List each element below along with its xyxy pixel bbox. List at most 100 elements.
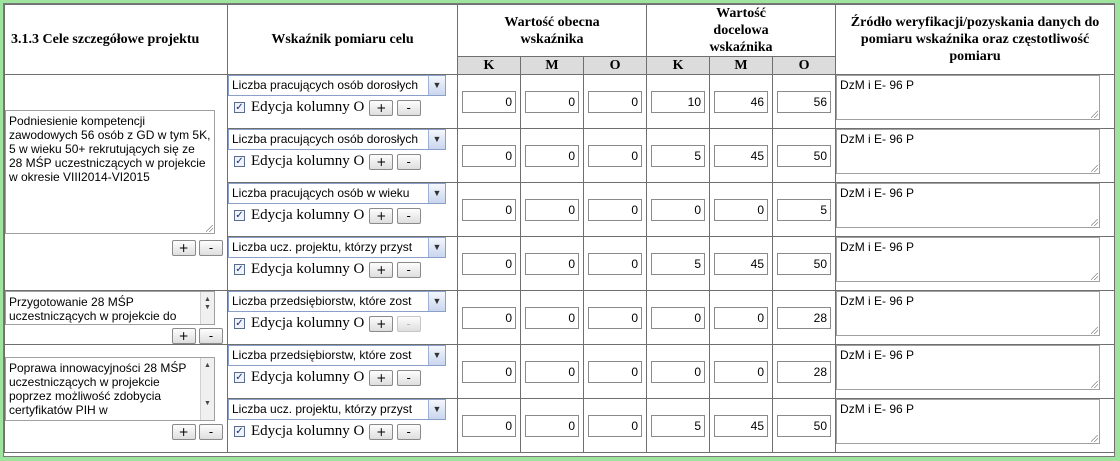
current-o-input[interactable]: 0 — [588, 414, 643, 437]
edit-column-o-checkbox[interactable]: ✓ — [234, 318, 245, 329]
scroll-up-icon[interactable]: ▲ — [201, 359, 214, 373]
add-indicator-button[interactable]: + — [369, 261, 394, 278]
add-indicator-button[interactable]: + — [369, 153, 394, 170]
indicator-select[interactable]: Liczba przedsiębiorstw, które zost ▼ — [228, 345, 446, 366]
target-m-input[interactable]: 0 — [714, 360, 769, 383]
resize-handle-icon[interactable] — [1091, 165, 1099, 172]
current-k-input[interactable]: 0 — [462, 198, 516, 221]
current-m-input[interactable]: 0 — [525, 306, 579, 329]
current-m-input[interactable]: 0 — [525, 198, 579, 221]
add-indicator-button[interactable]: + — [369, 315, 394, 332]
current-o-input[interactable]: 0 — [588, 144, 643, 167]
edit-column-o-checkbox[interactable]: ✓ — [234, 426, 245, 437]
remove-indicator-button[interactable]: - — [396, 261, 421, 278]
indicator-select[interactable]: Liczba ucz. projektu, którzy przyst ▼ — [228, 237, 446, 258]
current-m-input[interactable]: 0 — [525, 252, 579, 275]
indicator-select[interactable]: Liczba pracujących osób dorosłych ▼ — [228, 75, 446, 96]
target-m-input[interactable]: 0 — [714, 306, 769, 329]
edit-column-o-checkbox[interactable]: ✓ — [234, 372, 245, 383]
goal-text: Poprawa innowacyjności 28 MŚP uczestnicz… — [9, 361, 187, 417]
target-o-input[interactable]: 28 — [777, 306, 832, 329]
scroll-down-icon[interactable]: ▼ — [201, 397, 214, 411]
edit-column-o-checkbox[interactable]: ✓ — [234, 102, 245, 113]
remove-goal-button[interactable]: - — [199, 424, 223, 440]
indicator-select[interactable]: Liczba pracujących osób dorosłych ▼ — [228, 129, 446, 150]
current-m-input[interactable]: 0 — [525, 360, 579, 383]
resize-handle-icon[interactable] — [1091, 273, 1099, 280]
resize-handle-icon[interactable] — [1091, 111, 1099, 118]
current-o-input[interactable]: 0 — [588, 306, 643, 329]
remove-indicator-button[interactable]: - — [396, 153, 421, 170]
target-k-input[interactable]: 0 — [651, 360, 706, 383]
target-k-input[interactable]: 0 — [651, 198, 706, 221]
resize-handle-icon[interactable] — [1091, 327, 1099, 334]
goal-scrollbar[interactable]: ▲ ▼ — [200, 358, 214, 420]
current-k-input[interactable]: 0 — [462, 306, 516, 329]
target-m-input[interactable]: 46 — [714, 90, 769, 113]
remove-indicator-button[interactable]: - — [396, 207, 421, 224]
remove-indicator-button[interactable]: - — [396, 99, 421, 116]
current-m-input[interactable]: 0 — [525, 414, 579, 437]
current-o-input[interactable]: 0 — [588, 360, 643, 383]
add-indicator-button[interactable]: + — [369, 369, 394, 386]
target-o-input[interactable]: 50 — [777, 144, 832, 167]
add-indicator-button[interactable]: + — [369, 99, 394, 116]
target-k-input[interactable]: 5 — [651, 144, 706, 167]
source-textarea[interactable]: DzM i E- 96 P — [836, 129, 1101, 174]
goal-scrollbar[interactable]: ▲ ▼ — [200, 292, 214, 324]
source-textarea[interactable]: DzM i E- 96 P — [836, 291, 1101, 336]
current-m-input[interactable]: 0 — [525, 90, 579, 113]
current-k-input[interactable]: 0 — [462, 90, 516, 113]
indicator-select[interactable]: Liczba pracujących osób w wieku ▼ — [228, 183, 446, 204]
current-o-input[interactable]: 0 — [588, 198, 643, 221]
target-o-input[interactable]: 50 — [777, 414, 832, 437]
current-k-input[interactable]: 0 — [462, 252, 516, 275]
resize-handle-icon[interactable] — [1091, 219, 1099, 226]
target-m-input[interactable]: 45 — [714, 144, 769, 167]
target-m-input[interactable]: 45 — [714, 414, 769, 437]
target-o-input[interactable]: 28 — [777, 360, 832, 383]
target-o-input[interactable]: 56 — [777, 90, 832, 113]
remove-indicator-button[interactable]: - — [396, 423, 421, 440]
edit-column-o-checkbox[interactable]: ✓ — [234, 156, 245, 167]
target-k-input[interactable]: 5 — [651, 252, 706, 275]
target-m-input[interactable]: 0 — [714, 198, 769, 221]
resize-handle-icon[interactable] — [206, 224, 213, 232]
remove-indicator-button[interactable]: - — [396, 369, 421, 386]
remove-indicator-button[interactable]: - — [396, 315, 421, 332]
target-k-input[interactable]: 10 — [651, 90, 706, 113]
resize-handle-icon[interactable] — [1091, 381, 1099, 388]
goal-textarea[interactable]: Poprawa innowacyjności 28 MŚP uczestnicz… — [5, 357, 215, 421]
current-o-input[interactable]: 0 — [588, 252, 643, 275]
target-o-input[interactable]: 50 — [777, 252, 832, 275]
current-k-input[interactable]: 0 — [462, 144, 516, 167]
add-indicator-button[interactable]: + — [369, 423, 394, 440]
source-textarea[interactable]: DzM i E- 96 P — [836, 75, 1101, 120]
current-m-input[interactable]: 0 — [525, 144, 579, 167]
add-goal-button[interactable]: + — [171, 239, 196, 256]
indicator-select[interactable]: Liczba ucz. projektu, którzy przyst ▼ — [228, 399, 446, 420]
source-textarea[interactable]: DzM i E- 96 P — [836, 345, 1101, 390]
goal-textarea[interactable]: Podniesienie kompetencji zawodowych 56 o… — [5, 109, 215, 234]
edit-column-o-checkbox[interactable]: ✓ — [234, 264, 245, 275]
current-k-input[interactable]: 0 — [462, 414, 516, 437]
edit-column-o-checkbox[interactable]: ✓ — [234, 210, 245, 221]
target-m-input[interactable]: 45 — [714, 252, 769, 275]
source-textarea[interactable]: DzM i E- 96 P — [836, 399, 1101, 444]
resize-handle-icon[interactable] — [1091, 435, 1099, 442]
target-k-input[interactable]: 0 — [651, 306, 706, 329]
remove-goal-button[interactable]: - — [199, 239, 223, 256]
source-textarea[interactable]: DzM i E- 96 P — [836, 183, 1101, 228]
goal-textarea[interactable]: Przygotowanie 28 MŚP uczestniczących w p… — [5, 291, 215, 325]
current-o-input[interactable]: 0 — [588, 90, 643, 113]
remove-goal-button[interactable]: - — [199, 328, 223, 344]
target-o-input[interactable]: 5 — [777, 198, 832, 221]
target-k-input[interactable]: 5 — [651, 414, 706, 437]
add-goal-button[interactable]: + — [171, 424, 196, 440]
current-k-input[interactable]: 0 — [462, 360, 516, 383]
add-goal-button[interactable]: + — [171, 328, 196, 344]
indicator-select[interactable]: Liczba przedsiębiorstw, które zost ▼ — [228, 291, 446, 312]
source-textarea[interactable]: DzM i E- 96 P — [836, 237, 1101, 282]
add-indicator-button[interactable]: + — [369, 207, 394, 224]
scroll-down-icon[interactable]: ▼ — [201, 301, 214, 315]
